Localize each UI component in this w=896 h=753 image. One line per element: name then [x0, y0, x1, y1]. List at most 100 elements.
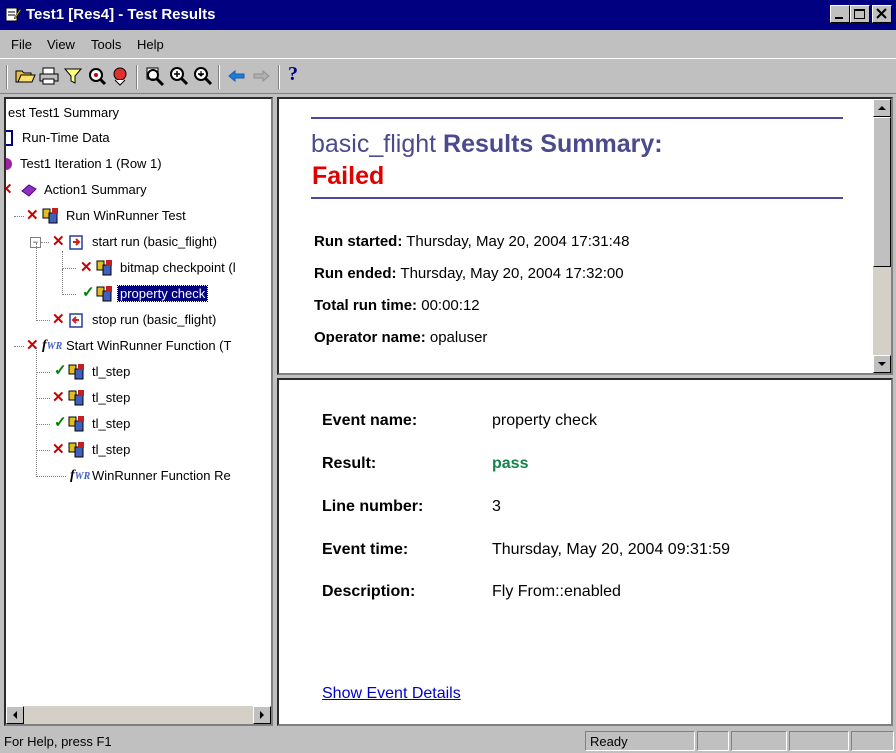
- scroll-thumb[interactable]: [873, 117, 891, 267]
- arrow-up-icon: [878, 106, 886, 110]
- action-icon: [21, 184, 37, 197]
- tree-line: [36, 372, 50, 374]
- tree-line: [14, 216, 24, 218]
- toolbar-grip: [6, 65, 8, 89]
- maximize-icon: [854, 9, 865, 19]
- result-label: Result:: [322, 455, 377, 472]
- zoom-icon[interactable]: [144, 65, 166, 87]
- function-icon: fWR: [70, 468, 91, 483]
- winrunner-icon: [68, 416, 84, 432]
- menu-tools[interactable]: Tools: [91, 37, 121, 52]
- bookmark-icon[interactable]: [110, 65, 132, 87]
- tree-line: [36, 476, 66, 478]
- event-time-label: Event time:: [322, 541, 409, 558]
- summary-top-rule: [311, 117, 843, 119]
- event-name-value: property check: [492, 412, 597, 429]
- summary-bottom-rule: [311, 197, 843, 199]
- title-bar[interactable]: Test1 [Res4] - Test Results: [0, 0, 896, 30]
- fail-icon: ✕: [52, 441, 65, 458]
- tree-line: [62, 269, 64, 295]
- arrow-left-icon: [13, 711, 17, 719]
- line-number-value: 3: [492, 498, 501, 515]
- scroll-down-button[interactable]: [873, 355, 891, 373]
- app-icon: [5, 7, 21, 22]
- filter-icon[interactable]: [62, 65, 84, 87]
- toolbar: ?: [0, 58, 896, 94]
- description-label: Description:: [322, 583, 416, 600]
- open-icon[interactable]: [14, 65, 36, 87]
- back-icon[interactable]: [226, 65, 248, 87]
- total-run-time: Total run time: 00:00:12: [314, 297, 480, 314]
- summary-vertical-scrollbar[interactable]: [873, 99, 891, 373]
- fail-icon: ✕: [52, 311, 65, 328]
- menu-file[interactable]: File: [11, 37, 32, 52]
- data-icon: [6, 130, 13, 146]
- run-ended: Run ended: Thursday, May 20, 2004 17:32:…: [314, 265, 624, 282]
- toolbar-separator: [218, 65, 220, 89]
- scroll-up-button[interactable]: [873, 99, 891, 117]
- pass-icon: ✓: [54, 414, 67, 431]
- toolbar-separator: [278, 65, 280, 89]
- tree-line: [62, 268, 76, 270]
- status-cell: [731, 731, 787, 751]
- print-icon[interactable]: [38, 65, 60, 87]
- pass-icon: ✓: [82, 284, 95, 301]
- fail-icon: ✕: [52, 233, 65, 250]
- winrunner-icon: [96, 260, 112, 276]
- summary-status: Failed: [312, 162, 385, 190]
- tree-line: [62, 294, 76, 296]
- show-event-details-link[interactable]: Show Event Details: [322, 685, 461, 703]
- start-run-icon: [69, 235, 83, 250]
- arrow-right-icon: [260, 711, 264, 719]
- run-started: Run started: Thursday, May 20, 2004 17:3…: [314, 233, 630, 250]
- menu-bar: File View Tools Help: [0, 31, 896, 57]
- minimize-button[interactable]: [830, 5, 850, 23]
- summary-title: basic_flight Results Summary:: [311, 130, 663, 159]
- event-details-pane: Event name: property check Result: pass …: [277, 378, 893, 726]
- scroll-right-button[interactable]: [253, 706, 271, 724]
- description-value: Fly From::enabled: [492, 583, 621, 600]
- results-summary-pane: basic_flight Results Summary: Failed Run…: [277, 97, 893, 375]
- tree-line: [41, 242, 49, 244]
- fail-icon: ✕: [52, 389, 65, 406]
- status-help-text: For Help, press F1: [4, 734, 112, 749]
- window-title: Test1 [Res4] - Test Results: [26, 6, 216, 23]
- forward-icon[interactable]: [250, 65, 272, 87]
- toolbar-separator: [136, 65, 138, 89]
- menu-view[interactable]: View: [47, 37, 75, 52]
- tree-line: [36, 320, 50, 322]
- scroll-left-button[interactable]: [6, 706, 24, 724]
- maximize-button[interactable]: [850, 5, 870, 23]
- status-cell: [789, 731, 849, 751]
- zoom-out-icon[interactable]: [192, 65, 214, 87]
- pass-icon: ✓: [54, 362, 67, 379]
- tree-line: [36, 243, 38, 321]
- fail-icon: ✕: [80, 259, 93, 276]
- summary-test-name: basic_flight: [311, 130, 437, 158]
- status-cell: [851, 731, 894, 751]
- minimize-icon: [835, 17, 843, 19]
- tree-line: [36, 347, 38, 477]
- tree-line: [14, 346, 24, 348]
- fail-icon: ✕: [6, 182, 14, 197]
- zoom-in-icon[interactable]: [168, 65, 190, 87]
- tree-item-label-selected: property check: [116, 285, 209, 302]
- line-number-label: Line number:: [322, 498, 424, 515]
- find-icon[interactable]: [86, 65, 108, 87]
- close-button[interactable]: [872, 5, 892, 23]
- operator-name: Operator name: opaluser: [314, 329, 488, 346]
- event-time-value: Thursday, May 20, 2004 09:31:59: [492, 541, 731, 558]
- stop-run-icon: [69, 313, 83, 328]
- summary-heading: Results Summary:: [443, 130, 663, 158]
- status-ready: Ready: [585, 731, 695, 751]
- tree-line: [36, 398, 50, 400]
- tree-horizontal-scrollbar[interactable]: [6, 706, 271, 724]
- close-icon: [876, 8, 887, 19]
- help-icon[interactable]: ?: [288, 63, 310, 85]
- iteration-icon: [6, 158, 12, 170]
- winrunner-icon: [96, 286, 112, 302]
- status-cell: [697, 731, 729, 751]
- tree-line: [36, 450, 50, 452]
- results-tree[interactable]: est Test1 Summary Run-Time Data Test1 It…: [4, 97, 273, 726]
- menu-help[interactable]: Help: [137, 37, 164, 52]
